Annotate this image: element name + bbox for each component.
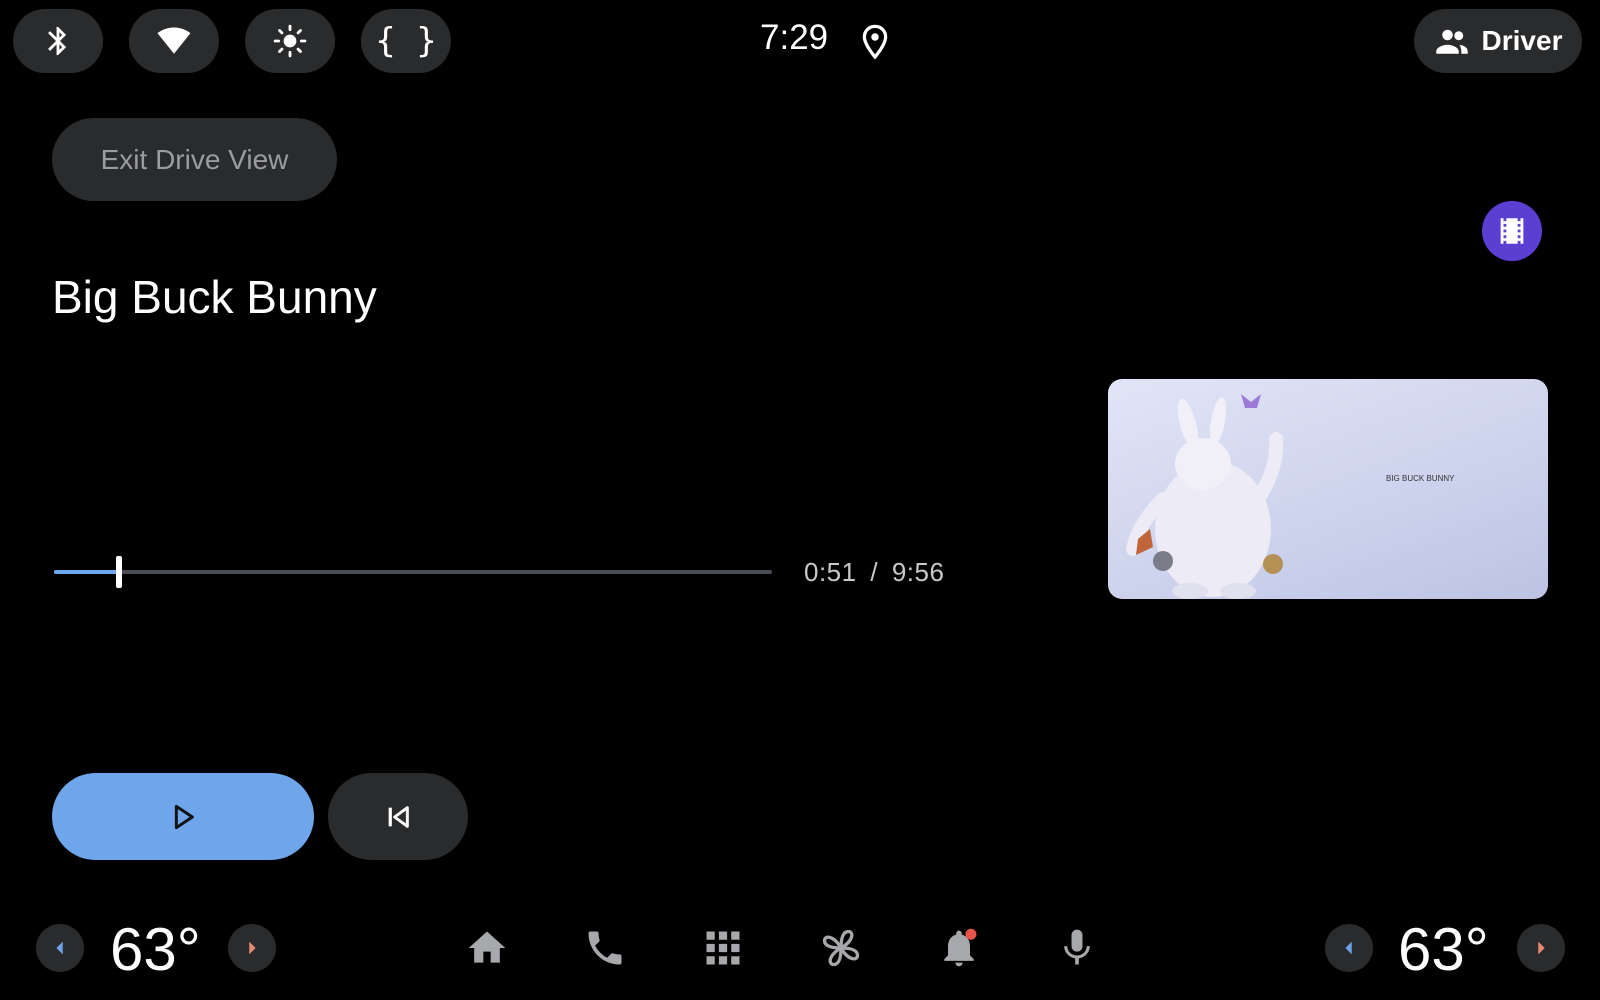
left-arrow-icon bbox=[56, 941, 63, 955]
microphone-icon bbox=[1064, 929, 1090, 965]
right-temp-increase-button[interactable] bbox=[1517, 924, 1565, 972]
play-button[interactable] bbox=[52, 773, 314, 860]
debug-button[interactable]: { } bbox=[361, 9, 451, 73]
wifi-button[interactable] bbox=[129, 9, 219, 73]
media-title: Big Buck Bunny bbox=[52, 271, 377, 323]
wifi-icon bbox=[157, 27, 191, 54]
bluetooth-button[interactable] bbox=[13, 9, 103, 73]
brightness-icon bbox=[273, 24, 307, 58]
right-arrow-icon bbox=[1538, 941, 1545, 955]
left-temp-decrease-button[interactable] bbox=[36, 924, 84, 972]
people-icon bbox=[1435, 29, 1468, 54]
profile-button[interactable]: Driver bbox=[1414, 9, 1582, 73]
time-separator: / bbox=[870, 557, 879, 587]
notifications-icon bbox=[944, 928, 977, 967]
skip-previous-icon bbox=[388, 805, 409, 828]
left-arrow-icon bbox=[1345, 941, 1352, 955]
left-temperature[interactable]: 63° bbox=[110, 915, 201, 984]
location-icon bbox=[862, 24, 888, 60]
artwork-caption: BIG BUCK BUNNY bbox=[1386, 474, 1455, 483]
brightness-button[interactable] bbox=[245, 9, 335, 73]
app-grid-icon bbox=[706, 931, 740, 965]
fan-icon bbox=[822, 929, 860, 967]
film-icon bbox=[1500, 218, 1524, 244]
skip-previous-button[interactable] bbox=[328, 773, 468, 860]
play-icon bbox=[174, 804, 194, 829]
debug-braces-icon: { } bbox=[375, 21, 437, 61]
exit-drive-view-button[interactable]: Exit Drive View bbox=[52, 118, 337, 201]
playback-seekbar[interactable] bbox=[54, 556, 772, 588]
phone-icon bbox=[588, 931, 622, 965]
media-app-button[interactable] bbox=[1482, 201, 1542, 261]
total-duration: 9:56 bbox=[891, 557, 945, 587]
profile-label: Driver bbox=[1481, 25, 1563, 56]
right-temperature[interactable]: 63° bbox=[1398, 915, 1489, 984]
voice-assistant-button[interactable] bbox=[1053, 924, 1101, 972]
right-temp-decrease-button[interactable] bbox=[1325, 924, 1373, 972]
elapsed-time: 0:51 bbox=[804, 557, 857, 587]
right-arrow-icon bbox=[249, 941, 256, 955]
album-artwork: BIG BUCK BUNNY bbox=[1108, 379, 1548, 599]
home-icon bbox=[468, 931, 506, 963]
phone-button[interactable] bbox=[581, 924, 629, 972]
status-clock: 7:29 bbox=[760, 18, 829, 57]
app-grid-button[interactable] bbox=[699, 924, 747, 972]
left-temp-increase-button[interactable] bbox=[228, 924, 276, 972]
bluetooth-icon bbox=[48, 26, 67, 56]
playback-time: 0:51 / 9:56 bbox=[804, 557, 944, 588]
seekbar-thumb[interactable] bbox=[115, 556, 122, 588]
climate-fan-button[interactable] bbox=[817, 924, 865, 972]
bunny-illustration: BIG BUCK BUNNY bbox=[1126, 394, 1455, 599]
notifications-button[interactable] bbox=[935, 924, 983, 972]
home-button[interactable] bbox=[463, 924, 511, 972]
seekbar-progress bbox=[54, 570, 119, 574]
